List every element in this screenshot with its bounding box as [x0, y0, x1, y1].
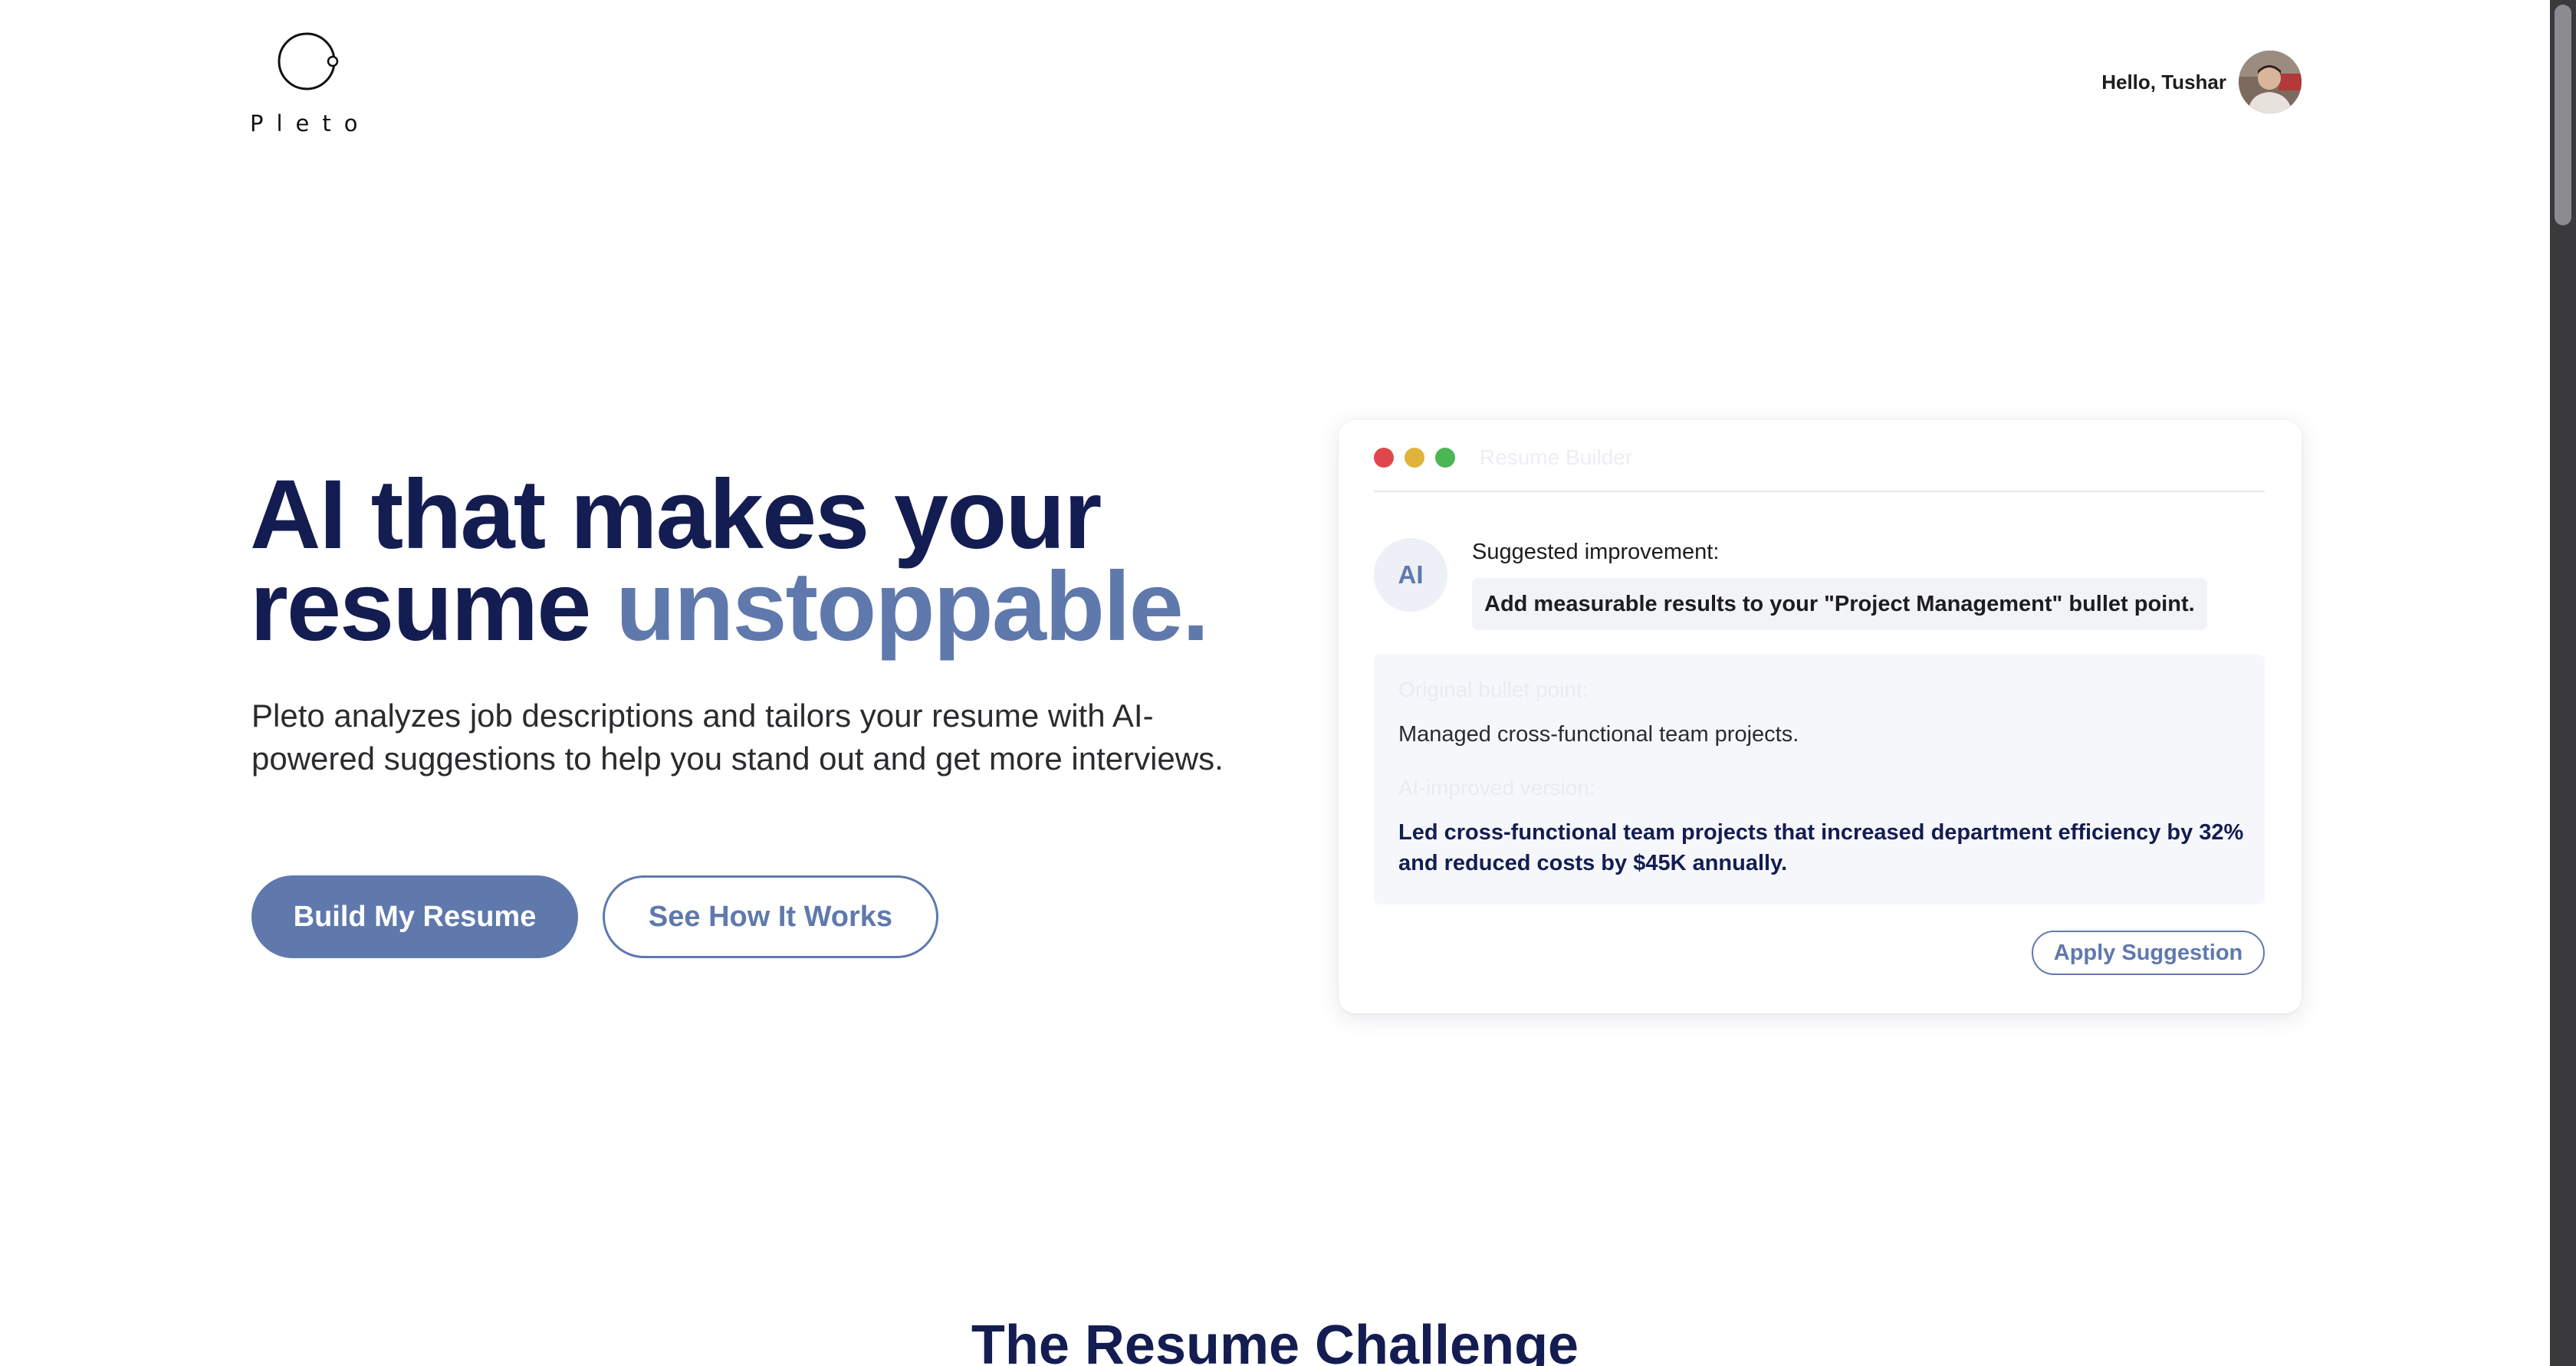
- window-maximize-dot-icon: [1435, 448, 1455, 468]
- suggestion-text: Add measurable results to your "Project …: [1472, 578, 2207, 630]
- user-avatar-icon: [2239, 51, 2302, 113]
- improved-bullet-text: Led cross-functional team projects that …: [1398, 820, 2244, 875]
- window-title: Resume Builder: [1480, 445, 1633, 469]
- brand-name: Pleto: [250, 110, 371, 136]
- avatar[interactable]: [2239, 51, 2302, 113]
- scrollbar-thumb[interactable]: [2555, 5, 2571, 225]
- user-greeting: Hello, Tushar: [2101, 70, 2226, 94]
- window-minimize-dot-icon: [1405, 448, 1424, 468]
- original-bullet-text: Managed cross-functional team projects.: [1398, 722, 1799, 747]
- hero-subtitle: Pleto analyzes job descriptions and tail…: [251, 698, 1224, 777]
- original-label: Original bullet point:: [1398, 678, 1589, 701]
- hero-title-accent: unstoppable.: [615, 552, 1209, 662]
- page: Pleto Hello, Tushar AI that makes your r…: [0, 0, 2576, 1366]
- hero-title: AI that makes your resume unstoppable.: [250, 466, 1323, 656]
- user-menu[interactable]: Hello, Tushar: [2101, 51, 2302, 113]
- window-close-dot-icon: [1374, 448, 1394, 468]
- suggestion-label: Suggested improvement:: [1472, 540, 1720, 564]
- resume-builder-preview-card: Resume Builder AI Suggested improvement:…: [1339, 420, 2302, 1013]
- apply-suggestion-button[interactable]: Apply Suggestion: [2032, 931, 2265, 975]
- see-how-it-works-button[interactable]: See How It Works: [603, 875, 938, 958]
- orbit-circle-logo-icon: [278, 32, 339, 90]
- window-titlebar: Resume Builder: [1374, 445, 2265, 492]
- brand-logo[interactable]: Pleto: [250, 31, 373, 138]
- section-heading: The Resume Challenge: [971, 1315, 1579, 1366]
- page-scrollbar[interactable]: [2550, 0, 2576, 1366]
- hero-title-line2: resume: [250, 552, 616, 662]
- bullet-comparison-box: Original bullet point: Managed cross-fun…: [1374, 655, 2265, 905]
- improved-label: AI-improved version:: [1398, 776, 1595, 800]
- ai-badge: AI: [1374, 538, 1447, 612]
- build-resume-button[interactable]: Build My Resume: [251, 875, 578, 958]
